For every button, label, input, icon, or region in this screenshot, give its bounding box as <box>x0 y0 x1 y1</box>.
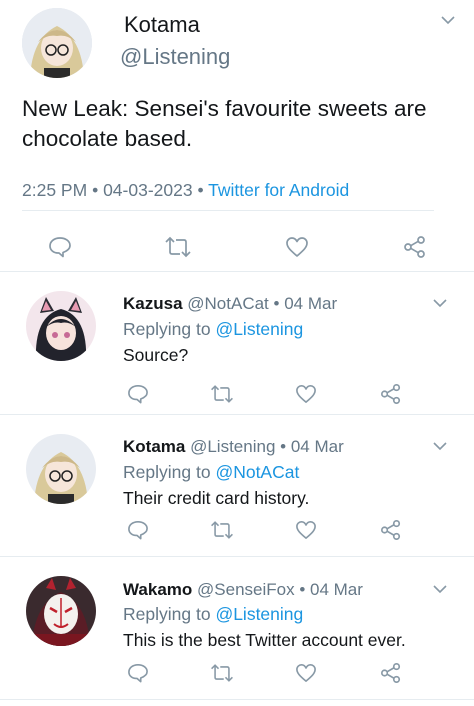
like-icon <box>296 521 316 539</box>
reply-text: Their credit card history. <box>123 488 310 508</box>
share-icon <box>404 236 425 258</box>
author-name[interactable]: Kazusa <box>123 294 183 313</box>
share-button[interactable] <box>401 234 429 260</box>
like-button[interactable] <box>294 519 318 541</box>
replying-to-handle[interactable]: @Listening <box>215 604 303 624</box>
chevron-down-icon[interactable] <box>433 441 447 451</box>
tweet-date: 04-03-2023 <box>103 180 193 200</box>
reply-header: Kotama @Listening • 04 Mar <box>123 437 344 457</box>
retweet-button[interactable] <box>208 662 236 684</box>
author-name[interactable]: Wakamo <box>123 580 192 599</box>
replying-to-handle[interactable]: @Listening <box>215 319 303 339</box>
retweet-icon <box>211 521 233 539</box>
reply-icon <box>128 664 148 683</box>
divider <box>0 556 474 557</box>
replying-to: Replying to @Listening <box>123 604 303 625</box>
tweet-date: 04 Mar <box>284 294 338 313</box>
replying-to-handle[interactable]: @NotACat <box>215 462 299 482</box>
retweet-icon <box>211 664 233 682</box>
share-icon <box>381 663 401 683</box>
chevron-down-icon[interactable] <box>441 15 455 25</box>
reply-icon <box>128 385 148 404</box>
like-button[interactable] <box>294 662 318 684</box>
tweet-text-line-1: New Leak: Sensei's favourite sweets are <box>22 96 427 121</box>
author-handle[interactable]: @SenseiFox <box>197 580 295 599</box>
reply-button[interactable] <box>46 234 74 260</box>
avatar[interactable] <box>26 291 96 361</box>
author-name[interactable]: Kotama <box>124 12 200 38</box>
tweet-text-line-2: chocolate based. <box>22 126 193 151</box>
avatar[interactable] <box>26 576 96 646</box>
chevron-down-icon[interactable] <box>433 298 447 308</box>
replying-to: Replying to @Listening <box>123 319 303 340</box>
chevron-down-icon[interactable] <box>433 584 447 594</box>
replying-to-prefix: Replying to <box>123 462 211 482</box>
avatar-wakamo-image <box>26 576 96 646</box>
meta-separator: • <box>299 580 306 599</box>
divider <box>0 699 474 700</box>
meta-separator: • <box>92 180 99 200</box>
share-button[interactable] <box>379 661 403 685</box>
reply-icon <box>128 521 148 540</box>
author-name[interactable]: Kotama <box>123 437 185 456</box>
reply-button[interactable] <box>126 662 150 684</box>
avatar[interactable] <box>22 8 92 78</box>
reply-button[interactable] <box>126 383 150 405</box>
tweet-meta: 2:25 PM • 04-03-2023 • Twitter for Andro… <box>22 180 349 201</box>
like-icon <box>296 664 316 682</box>
like-icon <box>286 237 308 257</box>
meta-separator: • <box>197 180 204 200</box>
avatar-kotama-image <box>22 8 92 78</box>
meta-separator: • <box>273 294 280 313</box>
replying-to-prefix: Replying to <box>123 319 211 339</box>
share-button[interactable] <box>379 382 403 406</box>
like-button[interactable] <box>294 383 318 405</box>
avatar-kazusa-image <box>26 291 96 361</box>
like-icon <box>296 385 316 403</box>
reply-header: Kazusa @NotACat • 04 Mar <box>123 294 337 314</box>
share-button[interactable] <box>379 518 403 542</box>
tweet-date: 04 Mar <box>310 580 363 599</box>
author-handle[interactable]: @Listening <box>120 44 230 70</box>
tweet-time: 2:25 PM <box>22 180 88 200</box>
retweet-button[interactable] <box>208 519 236 541</box>
share-icon <box>381 384 401 404</box>
retweet-button[interactable] <box>208 383 236 405</box>
retweet-button[interactable] <box>162 234 194 260</box>
tweet-client-link[interactable]: Twitter for Android <box>208 180 349 200</box>
reply-button[interactable] <box>126 519 150 541</box>
like-button[interactable] <box>283 234 311 260</box>
replying-to: Replying to @NotACat <box>123 462 299 483</box>
divider <box>22 210 434 211</box>
replying-to-prefix: Replying to <box>123 604 211 624</box>
reply-icon <box>49 237 71 258</box>
share-icon <box>381 520 401 540</box>
divider <box>0 271 474 272</box>
reply-header: Wakamo @SenseiFox • 04 Mar <box>123 580 363 600</box>
avatar[interactable] <box>26 434 96 504</box>
avatar-kotama-image <box>26 434 96 504</box>
divider <box>0 414 474 415</box>
reply-text: Source? <box>123 345 189 365</box>
retweet-icon <box>211 385 233 403</box>
author-handle[interactable]: @Listening <box>190 437 275 456</box>
tweet-date: 04 Mar <box>290 437 344 456</box>
reply-text: This is the best Twitter account ever. <box>123 630 406 650</box>
author-handle[interactable]: @NotACat <box>187 294 269 313</box>
meta-separator: • <box>280 437 287 456</box>
retweet-icon <box>165 236 191 258</box>
